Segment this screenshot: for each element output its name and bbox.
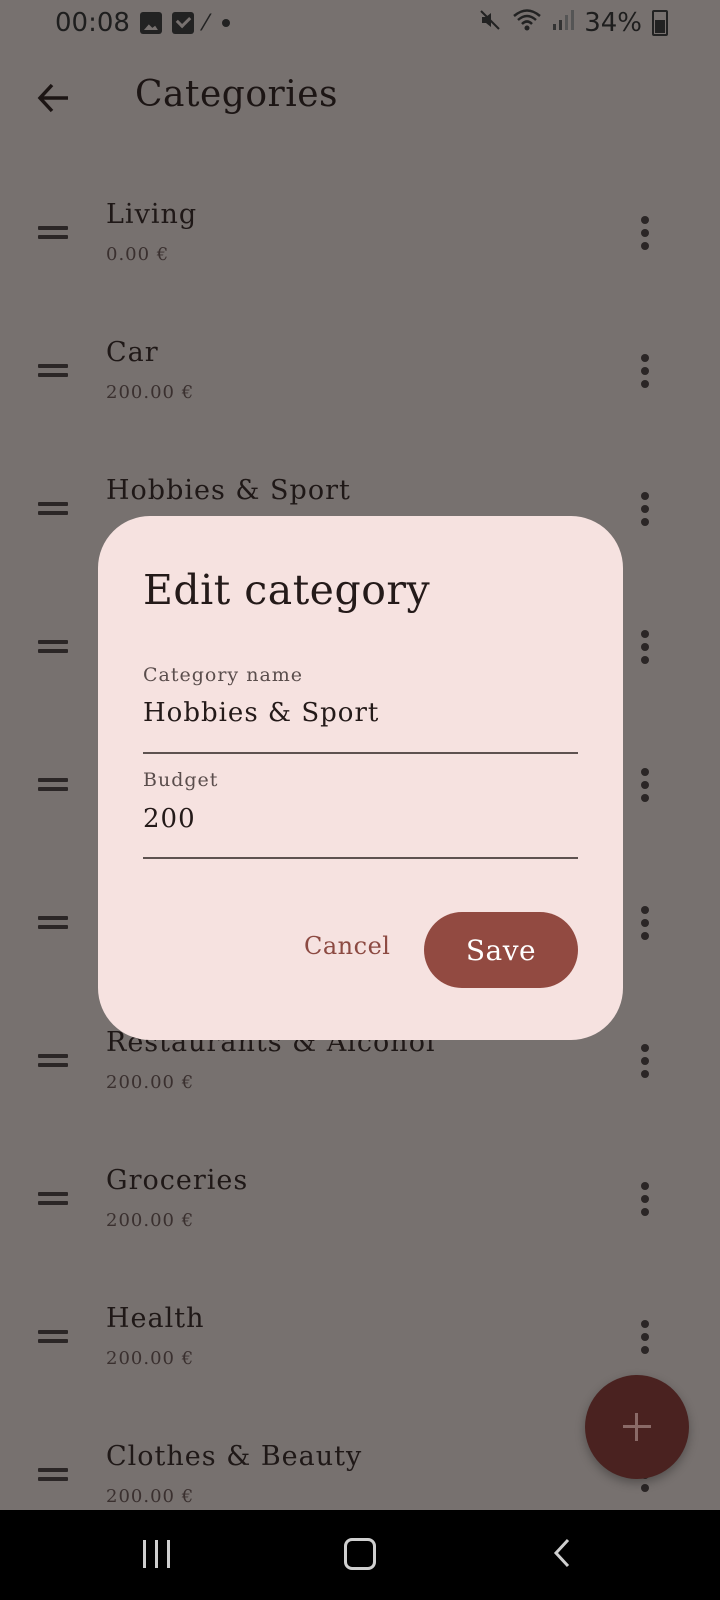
category-name: Health: [106, 1303, 205, 1334]
budget-label: Budget: [143, 769, 219, 791]
battery-percent: 34%: [584, 8, 642, 38]
signal-icon: [552, 9, 575, 37]
drag-handle-icon[interactable]: [38, 1054, 68, 1068]
category-name-label: Category name: [143, 664, 304, 686]
wifi-icon: [512, 8, 542, 38]
category-name: Groceries: [106, 1165, 249, 1196]
magic-wand-icon: ⁄: [203, 10, 208, 36]
category-budget: 0.00 €: [106, 244, 170, 265]
drag-handle-icon[interactable]: [38, 640, 68, 654]
status-bar: 00:08 ⁄ 34%: [0, 0, 720, 52]
navigation-bar: [0, 1510, 720, 1600]
recents-icon[interactable]: [143, 1540, 173, 1568]
status-left: 00:08 ⁄: [55, 8, 230, 38]
list-item[interactable]: Living 0.00 €: [0, 166, 720, 304]
drag-handle-icon[interactable]: [38, 226, 68, 240]
arrow-left-icon[interactable]: [34, 78, 74, 118]
category-budget: 200.00 €: [106, 1486, 195, 1507]
list-item[interactable]: Groceries 200.00 €: [0, 1132, 720, 1270]
mute-icon: [478, 8, 502, 38]
list-item[interactable]: Car 200.00 €: [0, 304, 720, 442]
status-right: 34%: [478, 8, 668, 38]
more-vert-icon[interactable]: [634, 354, 656, 388]
add-category-button[interactable]: [585, 1375, 689, 1479]
category-name: Hobbies & Sport: [106, 475, 351, 506]
category-name: Clothes & Beauty: [106, 1441, 363, 1472]
save-button[interactable]: Save: [424, 912, 578, 988]
battery-icon: [652, 10, 668, 36]
drag-handle-icon[interactable]: [38, 1330, 68, 1344]
more-vert-icon[interactable]: [634, 1182, 656, 1216]
drag-handle-icon[interactable]: [38, 1192, 68, 1206]
app-bar: Categories: [0, 56, 720, 136]
budget-underline: [143, 857, 578, 859]
edit-category-dialog: Edit category Category name Budget Cance…: [98, 516, 623, 1040]
budget-input[interactable]: [143, 804, 577, 834]
cancel-button[interactable]: Cancel: [298, 922, 390, 970]
dialog-title: Edit category: [143, 566, 431, 614]
category-name-input[interactable]: [143, 698, 577, 728]
status-time: 00:08: [55, 8, 130, 38]
dot-icon: [221, 19, 230, 27]
category-budget: 200.00 €: [106, 382, 195, 403]
back-icon[interactable]: [553, 1538, 571, 1568]
more-vert-icon[interactable]: [634, 906, 656, 940]
more-vert-icon[interactable]: [634, 1044, 656, 1078]
more-vert-icon[interactable]: [634, 216, 656, 250]
more-vert-icon[interactable]: [634, 768, 656, 802]
drag-handle-icon[interactable]: [38, 502, 68, 516]
page-title: Categories: [135, 74, 338, 115]
category-budget: 200.00 €: [106, 1072, 195, 1093]
category-name: Car: [106, 337, 159, 368]
drag-handle-icon[interactable]: [38, 1468, 68, 1482]
more-vert-icon[interactable]: [634, 492, 656, 526]
drag-handle-icon[interactable]: [38, 364, 68, 378]
category-budget: 200.00 €: [106, 1210, 195, 1231]
drag-handle-icon[interactable]: [38, 916, 68, 930]
more-vert-icon[interactable]: [634, 1320, 656, 1354]
category-budget: 200.00 €: [106, 1348, 195, 1369]
more-vert-icon[interactable]: [634, 630, 656, 664]
checkbox-icon: [171, 12, 194, 34]
category-name: Living: [106, 199, 198, 230]
plus-icon: [623, 1413, 651, 1441]
category-name-underline: [143, 752, 578, 754]
home-icon[interactable]: [344, 1538, 376, 1570]
image-icon: [139, 12, 162, 34]
drag-handle-icon[interactable]: [38, 778, 68, 792]
